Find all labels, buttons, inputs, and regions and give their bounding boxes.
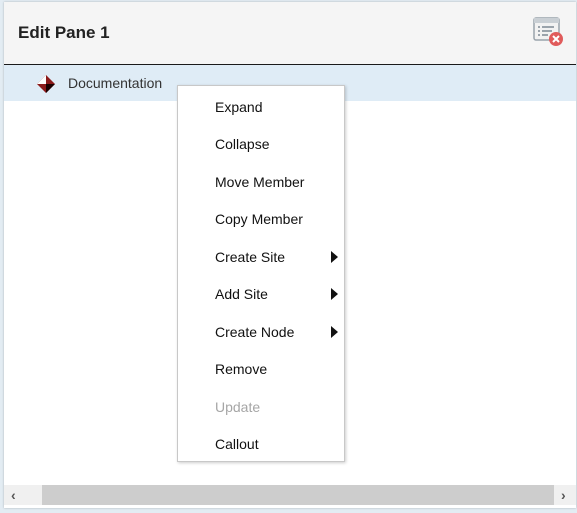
menu-item-add-site[interactable]: Add Site xyxy=(178,275,344,312)
menu-item-label: Callout xyxy=(215,436,259,452)
diamond-node-icon xyxy=(36,74,56,94)
menu-item-label: Copy Member xyxy=(215,211,303,227)
menu-item-label: Create Site xyxy=(215,249,286,265)
pane-header: Edit Pane 1 xyxy=(4,2,576,65)
menu-item-remove[interactable]: Remove xyxy=(178,350,344,387)
menu-item-copy-member[interactable]: Copy Member xyxy=(178,200,344,237)
chevron-right-icon: › xyxy=(561,487,566,503)
pane-title: Edit Pane 1 xyxy=(18,23,110,42)
menu-item-label: Remove xyxy=(215,361,268,377)
scroll-right-button[interactable]: › xyxy=(554,485,576,505)
close-pane-icon[interactable] xyxy=(532,15,564,47)
menu-item-label: Add Site xyxy=(215,286,268,302)
menu-item-label: Collapse xyxy=(215,136,270,152)
menu-item-move-member[interactable]: Move Member xyxy=(178,163,344,200)
scroll-left-button[interactable]: ‹ xyxy=(4,485,42,505)
menu-item-update: Update xyxy=(178,388,344,425)
menu-item-label: Create Node xyxy=(215,324,295,340)
scrollbar-thumb[interactable] xyxy=(42,485,554,505)
menu-item-callout[interactable]: Callout xyxy=(178,425,344,462)
submenu-arrow-icon xyxy=(331,288,338,300)
menu-item-label: Update xyxy=(215,399,261,415)
tree-node-label: Documentation xyxy=(68,75,163,91)
menu-item-create-node[interactable]: Create Node xyxy=(178,313,344,350)
menu-item-collapse[interactable]: Collapse xyxy=(178,125,344,162)
chevron-left-icon: ‹ xyxy=(11,487,16,503)
submenu-arrow-icon xyxy=(331,251,338,263)
context-menu: Expand Collapse Move Member Copy Member … xyxy=(177,85,345,462)
horizontal-scrollbar[interactable]: ‹ › xyxy=(4,485,576,505)
menu-item-expand[interactable]: Expand xyxy=(178,88,344,125)
menu-item-label: Expand xyxy=(215,99,263,115)
menu-item-label: Move Member xyxy=(215,174,305,190)
menu-item-create-site[interactable]: Create Site xyxy=(178,238,344,275)
submenu-arrow-icon xyxy=(331,326,338,338)
